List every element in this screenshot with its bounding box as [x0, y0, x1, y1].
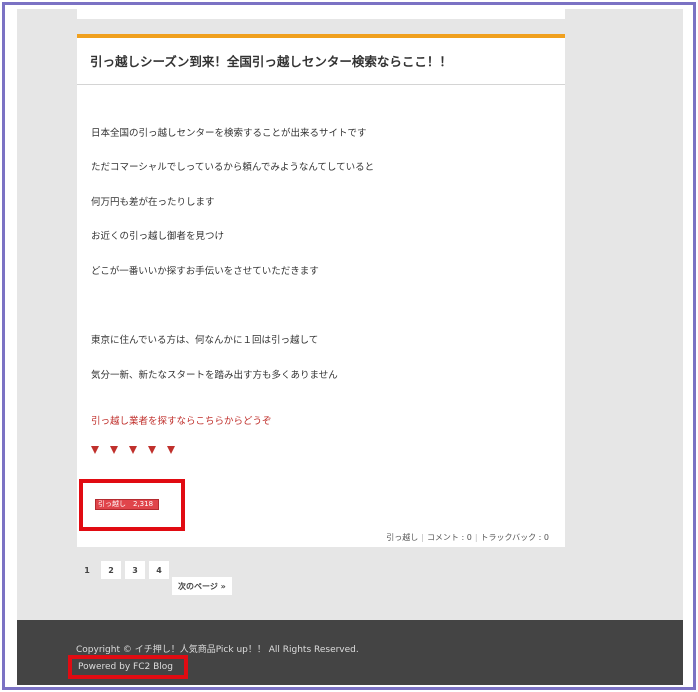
page-link[interactable]: 3	[125, 561, 145, 579]
blog-entry: 引っ越しシーズン到来！全国引っ越しセンター検索ならここ！！ 日本全国の引っ越しセ…	[77, 34, 565, 547]
page-link-current: 1	[84, 565, 90, 575]
entry-text-line: お近くの引っ越し御者を見つけ	[91, 231, 225, 242]
comment-link[interactable]: コメント : 0	[427, 533, 472, 542]
category-link[interactable]: 引っ越し	[386, 533, 418, 542]
entry-text-line: 何万円も差が在ったりします	[91, 197, 215, 208]
trackback-link[interactable]: トラックバック : 0	[481, 533, 549, 542]
down-arrows	[91, 446, 175, 454]
pagination: 1 2 3 4	[77, 561, 169, 579]
ranking-banner[interactable]: 引っ越し 2,318	[95, 499, 159, 510]
entry-title[interactable]: 引っ越しシーズン到来！全国引っ越しセンター検索ならここ！！	[90, 54, 550, 70]
page-link[interactable]: 4	[149, 561, 169, 579]
blog-page: 引っ越しシーズン到来！全国引っ越しセンター検索ならここ！！ 日本全国の引っ越しセ…	[17, 9, 683, 685]
entry-text-line: どこが一番いいか探すお手伝いをさせていただきます	[91, 266, 319, 277]
entry-meta: 引っ越し | コメント : 0 | トラックバック : 0	[386, 533, 549, 542]
entry-text-line: 日本全国の引っ越しセンターを検索することが出来るサイトです	[91, 128, 367, 139]
page-link[interactable]: 2	[101, 561, 121, 579]
down-arrow-icon	[110, 446, 118, 454]
banner-highlight-box: 引っ越し 2,318	[79, 479, 185, 531]
title-divider	[77, 84, 565, 85]
entry-text-line: 気分一新、新たなスタートを踏み出す方も多くありません	[91, 370, 338, 381]
down-arrow-icon	[129, 446, 137, 454]
previous-entry-card	[77, 9, 565, 19]
copyright-text: Copyright © イチ押し！人気商品Pick up！！ All Right…	[76, 645, 359, 655]
down-arrow-icon	[91, 446, 99, 454]
powered-by-link[interactable]: Powered by FC2 Blog	[78, 662, 173, 672]
site-footer: Copyright © イチ押し！人気商品Pick up！！ All Right…	[17, 620, 683, 685]
next-page-button[interactable]: 次のページ »	[172, 577, 232, 595]
mover-search-link[interactable]: 引っ越し業者を探すならこちらからどうぞ	[91, 416, 272, 428]
down-arrow-icon	[167, 446, 175, 454]
down-arrow-icon	[148, 446, 156, 454]
powered-highlight-box: Powered by FC2 Blog	[68, 655, 188, 679]
entry-text-line: ただコマーシャルでしっているから頼んでみようなんてしていると	[91, 162, 375, 173]
entry-text-line: 東京に住んでいる方は、何なんかに１回は引っ越して	[91, 335, 319, 346]
